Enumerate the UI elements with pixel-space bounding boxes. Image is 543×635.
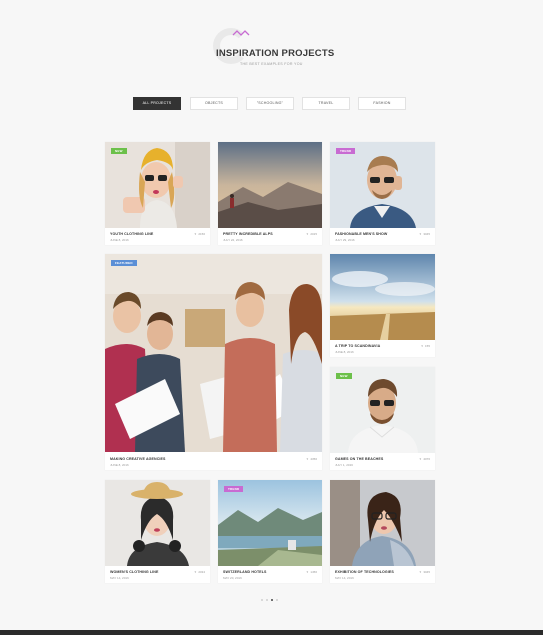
likes-count[interactable]: ♥ 2034 (195, 570, 205, 574)
project-card-youth-clothing[interactable]: NEW YOUTH CLOTHING LINE JUNE 8, 2016 ♥ 21… (105, 142, 210, 245)
filter-bar: ALL PROJECTS OBJECTS "SCHOOLING" TRAVEL … (0, 97, 543, 110)
project-card-technologies[interactable]: EXHIBITION OF TECHNOLOGIES MAY 14, 2016 … (330, 480, 435, 583)
filter-travel[interactable]: TRAVEL (302, 97, 350, 110)
project-card-beach-games[interactable]: NEW GAMES ON THE BEACHES JULY 1, 2016 ♥ 4… (330, 367, 435, 470)
trend-badge: TREND (224, 486, 244, 492)
heart-icon: ♥ (419, 232, 422, 236)
page-dot-4[interactable] (276, 599, 278, 601)
section-title: INSPIRATION PROJECTS (216, 48, 335, 59)
card-title[interactable]: MAKING CREATIVE AGENCIES (110, 457, 166, 461)
filter-all-projects[interactable]: ALL PROJECTS (133, 97, 181, 110)
card-date: JUNE 8, 2016 (110, 238, 129, 242)
filter-schooling[interactable]: "SCHOOLING" (246, 97, 294, 110)
card-date: JUNE 8, 2016 (110, 463, 129, 467)
project-image[interactable] (105, 142, 210, 228)
card-title[interactable]: PRETTY INCREDIBLE ALPS (223, 232, 273, 236)
likes-count[interactable]: ♥ 4356 (307, 457, 317, 461)
project-card-alps[interactable]: PRETTY INCREDIBLE ALPS JULY 22, 2016 ♥ 20… (218, 142, 322, 245)
project-image[interactable] (330, 480, 435, 566)
project-image[interactable] (218, 142, 322, 228)
project-image[interactable] (330, 367, 435, 453)
likes-count[interactable]: ♥ 2015 (307, 232, 317, 236)
project-image[interactable] (330, 254, 435, 340)
card-date: MAY 20, 2016 (223, 576, 242, 580)
project-image[interactable] (330, 142, 435, 228)
likes-count[interactable]: ♥ 2156 (195, 232, 205, 236)
filter-objects[interactable]: OBJECTS (190, 97, 238, 110)
card-date: JULY 1, 2016 (335, 463, 353, 467)
section-subtitle: THE BEST EXAMPLES FOR YOU (240, 62, 303, 66)
new-badge: NEW (111, 148, 127, 154)
heart-icon: ♥ (419, 457, 422, 461)
likes-count[interactable]: ♥ 1456 (307, 570, 317, 574)
card-title[interactable]: WOMEN'S CLOTHING LINE (110, 570, 158, 574)
project-card-scandinavia[interactable]: A TRIP TO SCANDINAVIA JUNE 8, 2016 ♥ 155 (330, 254, 435, 357)
project-image[interactable] (105, 480, 210, 566)
heart-icon: ♥ (194, 570, 197, 574)
project-card-mens-show[interactable]: TREND FASHIONABLE MEN'S SHOW JULY 29, 20… (330, 142, 435, 245)
likes-count[interactable]: ♥ 3045 (420, 570, 430, 574)
trend-badge: TREND (336, 148, 356, 154)
page-dot-1[interactable] (261, 599, 263, 601)
card-title[interactable]: GAMES ON THE BEACHES (335, 457, 383, 461)
card-date: MAY 14, 2016 (110, 576, 129, 580)
project-image[interactable] (105, 254, 322, 452)
likes-count[interactable]: ♥ 4076 (420, 457, 430, 461)
card-date: MAY 14, 2016 (335, 576, 354, 580)
card-title[interactable]: A TRIP TO SCANDINAVIA (335, 344, 380, 348)
heart-icon: ♥ (419, 570, 422, 574)
heart-icon: ♥ (306, 457, 309, 461)
heart-icon: ♥ (194, 232, 197, 236)
zigzag-icon (232, 30, 250, 36)
filter-fashion[interactable]: FASHION (358, 97, 406, 110)
likes-count[interactable]: ♥ 3045 (420, 232, 430, 236)
card-title[interactable]: EXHIBITION OF TECHNOLOGIES (335, 570, 394, 574)
heart-icon: ♥ (306, 232, 309, 236)
card-title[interactable]: SWITZERLAND HOTELS (223, 570, 267, 574)
project-card-womens-clothing[interactable]: WOMEN'S CLOTHING LINE MAY 14, 2016 ♥ 2034 (105, 480, 210, 583)
card-date: JULY 22, 2016 (223, 238, 243, 242)
card-date: JULY 29, 2016 (335, 238, 355, 242)
card-title[interactable]: FASHIONABLE MEN'S SHOW (335, 232, 387, 236)
project-card-switzerland-hotels[interactable]: TREND SWITZERLAND HOTELS MAY 20, 2016 ♥ 1… (218, 480, 322, 583)
heart-icon: ♥ (306, 570, 309, 574)
card-date: JUNE 8, 2016 (335, 350, 354, 354)
page-dot-3[interactable] (271, 599, 273, 601)
section-header: INSPIRATION PROJECTS THE BEST EXAMPLES F… (0, 26, 543, 70)
footer-bar (0, 630, 543, 635)
page-dot-2[interactable] (266, 599, 268, 601)
featured-badge: FEATURED (111, 260, 137, 266)
heart-icon: ♥ (421, 344, 423, 348)
project-card-creative-agencies[interactable]: FEATURED MAKING CREATIVE AGENCIES JUNE 8… (105, 254, 322, 470)
project-image[interactable] (218, 480, 322, 566)
card-title[interactable]: YOUTH CLOTHING LINE (110, 232, 153, 236)
likes-count[interactable]: ♥ 155 (421, 344, 430, 348)
new-badge: NEW (336, 373, 352, 379)
